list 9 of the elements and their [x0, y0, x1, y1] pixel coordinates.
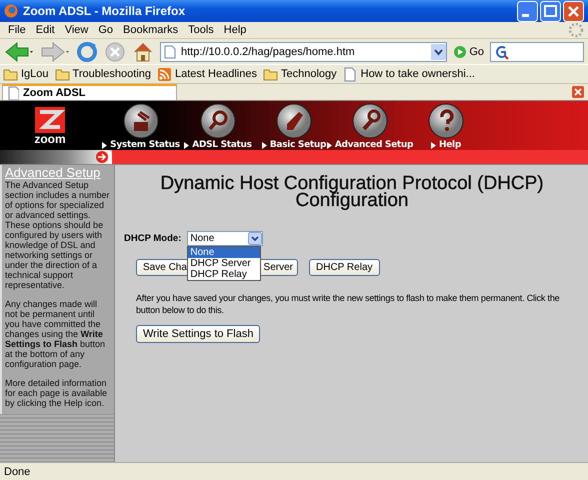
logo-text: zoom: [34, 132, 66, 144]
note-text: After you have saved your changes, you must write the new settings to flash to make them permanent. Click the button below to do this.: [136, 292, 560, 316]
field-label: DHCP Mode:: [124, 233, 182, 244]
sidebar-paragraph: The Advanced Setup section includes a number of options for specialized or advanced settings. These options should be configured by users with knowledge of DSL and networking settings or under the direction of a technical support representative.: [5, 180, 111, 290]
window-title: Zoom ADSL - Mozilla Firefox: [23, 4, 186, 18]
sidebar-paragraph: Any changes made will not be permanent until you have committed the changes using the Write Settings to Flash button at the bottom of any configuration page.: [5, 299, 106, 369]
sidebar-paragraph: More detailed information for each page is available by clicking the Help icon.: [5, 378, 108, 408]
page-title: Dynamic Host Configuration Protocol (DHCP) Configuration: [159, 175, 545, 209]
status-text: Done: [4, 466, 30, 478]
